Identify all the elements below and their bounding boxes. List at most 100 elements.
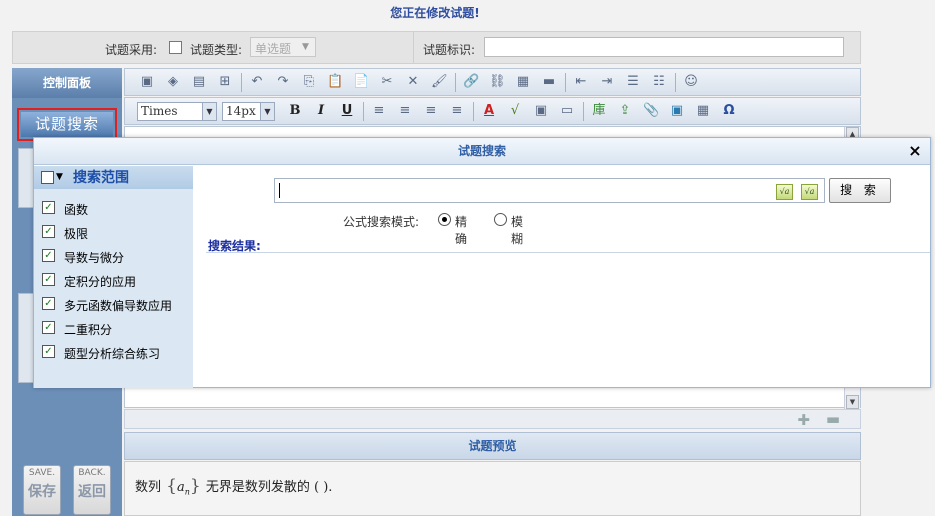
checkbox-checked[interactable]: ✓	[42, 273, 55, 286]
underline-icon[interactable]: U	[339, 103, 355, 119]
copy-icon[interactable]: ⎘	[301, 74, 317, 90]
scope-title: 搜索范围	[73, 170, 129, 186]
save-button[interactable]: SAVE. 保存	[23, 465, 61, 515]
shrink-icon[interactable]: ▬	[826, 410, 840, 428]
undo-icon[interactable]: ↶	[249, 74, 265, 90]
align-left-icon[interactable]: ≡	[423, 103, 439, 119]
italic-icon[interactable]: I	[313, 103, 329, 119]
search-button[interactable]: 搜 索	[829, 178, 891, 203]
checkbox-checked[interactable]: ✓	[42, 201, 55, 214]
delete-icon[interactable]: ✕	[405, 74, 421, 90]
toolbar-separator	[675, 73, 676, 92]
font-color-icon[interactable]: A	[481, 103, 497, 119]
close-icon[interactable]: ×	[906, 141, 924, 161]
save-icon[interactable]: ▣	[139, 74, 155, 90]
scope-item[interactable]: ✓ 二重积分	[34, 317, 193, 341]
horizontal-rule-icon[interactable]: ▬	[541, 74, 557, 90]
align-right-icon[interactable]: ≡	[449, 103, 465, 119]
toolbar-separator	[363, 102, 364, 121]
back-cn-label: 返回	[78, 484, 106, 500]
toolbar-separator	[583, 102, 584, 121]
upload-icon[interactable]: ⇪	[617, 103, 633, 119]
scope-item[interactable]: ✓ 题型分析综合练习	[34, 341, 193, 365]
fullscreen-icon[interactable]: ⊞	[217, 74, 233, 90]
align-center-icon[interactable]: ≡	[397, 103, 413, 119]
font-size-value: 14px	[226, 104, 256, 118]
box-icon[interactable]: ▭	[559, 103, 575, 119]
media-icon[interactable]: ▦	[695, 103, 711, 119]
expand-icon[interactable]: ✚	[797, 411, 810, 429]
paste-icon[interactable]: 📋	[327, 74, 343, 90]
text-caret	[279, 183, 280, 198]
search-input[interactable]: √a √a	[274, 178, 825, 203]
redo-icon[interactable]: ↷	[275, 74, 291, 90]
table-icon[interactable]: ▦	[515, 74, 531, 90]
search-dialog: 试题搜索 × ▼ 搜索范围 ✓ 函数 ✓ 极限 ✓ 导数与微分 ✓ 定积分的应用 ✓ 多元…	[33, 137, 931, 388]
formula-icon[interactable]: √a	[801, 184, 818, 200]
special-char-icon[interactable]: Ω	[721, 103, 737, 119]
editor-resize-bar: ✚ ▬	[124, 409, 861, 429]
attachment-icon[interactable]: 📎	[643, 103, 659, 119]
radio-fuzzy-label[interactable]: 模糊	[511, 213, 523, 247]
bold-icon[interactable]: B	[287, 103, 303, 119]
indent-icon[interactable]: ⇥	[599, 74, 615, 90]
library-icon[interactable]: 庫	[591, 103, 607, 119]
scope-header: ▼ 搜索范围	[34, 166, 193, 189]
radio-exact-label[interactable]: 精确	[455, 213, 467, 247]
scope-item-label: 函数	[64, 203, 89, 217]
chevron-down-icon: ▼	[202, 103, 216, 120]
scope-item[interactable]: ✓ 多元函数偏导数应用	[34, 293, 193, 317]
cut-icon[interactable]: ✂	[379, 74, 395, 90]
notice-text: 您正在修改试题!	[390, 6, 480, 20]
select-all-checkbox[interactable]	[41, 171, 54, 184]
toolbar-separator	[473, 102, 474, 121]
preview-text-after: 无界是数列发散的 ( ).	[205, 480, 333, 495]
image-icon[interactable]: ▣	[669, 103, 685, 119]
formula-icon[interactable]: √	[507, 103, 523, 119]
checkbox-checked[interactable]: ✓	[42, 225, 55, 238]
font-size-select[interactable]: 14px ▼	[222, 102, 275, 121]
link-icon[interactable]: 🔗	[463, 74, 479, 90]
ordered-list-icon[interactable]: ☰	[625, 74, 641, 90]
dialog-title-text: 试题搜索	[457, 144, 506, 158]
save-cn-label: 保存	[28, 484, 56, 500]
paste-text-icon[interactable]: 📄	[353, 74, 369, 90]
type-label: 试题类型:	[190, 43, 243, 57]
font-name-select[interactable]: Times ▼	[137, 102, 217, 121]
control-panel-title[interactable]: 控制面板	[12, 68, 122, 98]
radio-fuzzy[interactable]	[494, 213, 507, 226]
scope-item[interactable]: ✓ 定积分的应用	[34, 269, 193, 293]
clear-format-icon[interactable]: 🖌	[431, 74, 448, 90]
adopt-label: 试题采用:	[105, 43, 158, 57]
scroll-down-icon[interactable]: ▼	[846, 395, 859, 409]
unordered-list-icon[interactable]: ☷	[651, 74, 667, 90]
checkbox-checked[interactable]: ✓	[42, 345, 55, 358]
adopt-checkbox[interactable]	[169, 41, 182, 54]
tag-input[interactable]	[484, 37, 844, 57]
back-button[interactable]: BACK. 返回	[73, 465, 111, 515]
question-search-button[interactable]: 试题搜索	[21, 112, 113, 137]
unlink-icon[interactable]: ⛓	[489, 74, 506, 90]
justify-icon[interactable]: ≡	[371, 103, 387, 119]
checkbox-checked[interactable]: ✓	[42, 321, 55, 334]
checkbox-checked[interactable]: ✓	[42, 249, 55, 262]
dialog-title: 试题搜索 ×	[34, 138, 930, 165]
attribute-bar: 试题采用: 试题类型: 单选题 ▼ 试题标识:	[12, 31, 861, 64]
preview-text-before: 数列	[135, 480, 162, 495]
scope-item[interactable]: ✓ 函数	[34, 197, 193, 221]
emoticon-icon[interactable]: ☺	[683, 74, 699, 90]
template-icon[interactable]: ▣	[533, 103, 549, 119]
scope-item[interactable]: ✓ 极限	[34, 221, 193, 245]
radio-exact[interactable]	[438, 213, 451, 226]
scope-item-label: 多元函数偏导数应用	[64, 299, 173, 313]
source-icon[interactable]: ◈	[165, 74, 181, 90]
scope-item[interactable]: ✓ 导数与微分	[34, 245, 193, 269]
preview-icon[interactable]: ▤	[191, 74, 207, 90]
toolbar-separator	[565, 73, 566, 92]
type-select[interactable]: 单选题 ▼	[250, 37, 316, 57]
outdent-icon[interactable]: ⇤	[573, 74, 589, 90]
tag-label: 试题标识:	[423, 43, 476, 57]
formula-icon[interactable]: √a	[776, 184, 793, 200]
caret-down-icon[interactable]: ▼	[56, 169, 63, 185]
checkbox-checked[interactable]: ✓	[42, 297, 55, 310]
